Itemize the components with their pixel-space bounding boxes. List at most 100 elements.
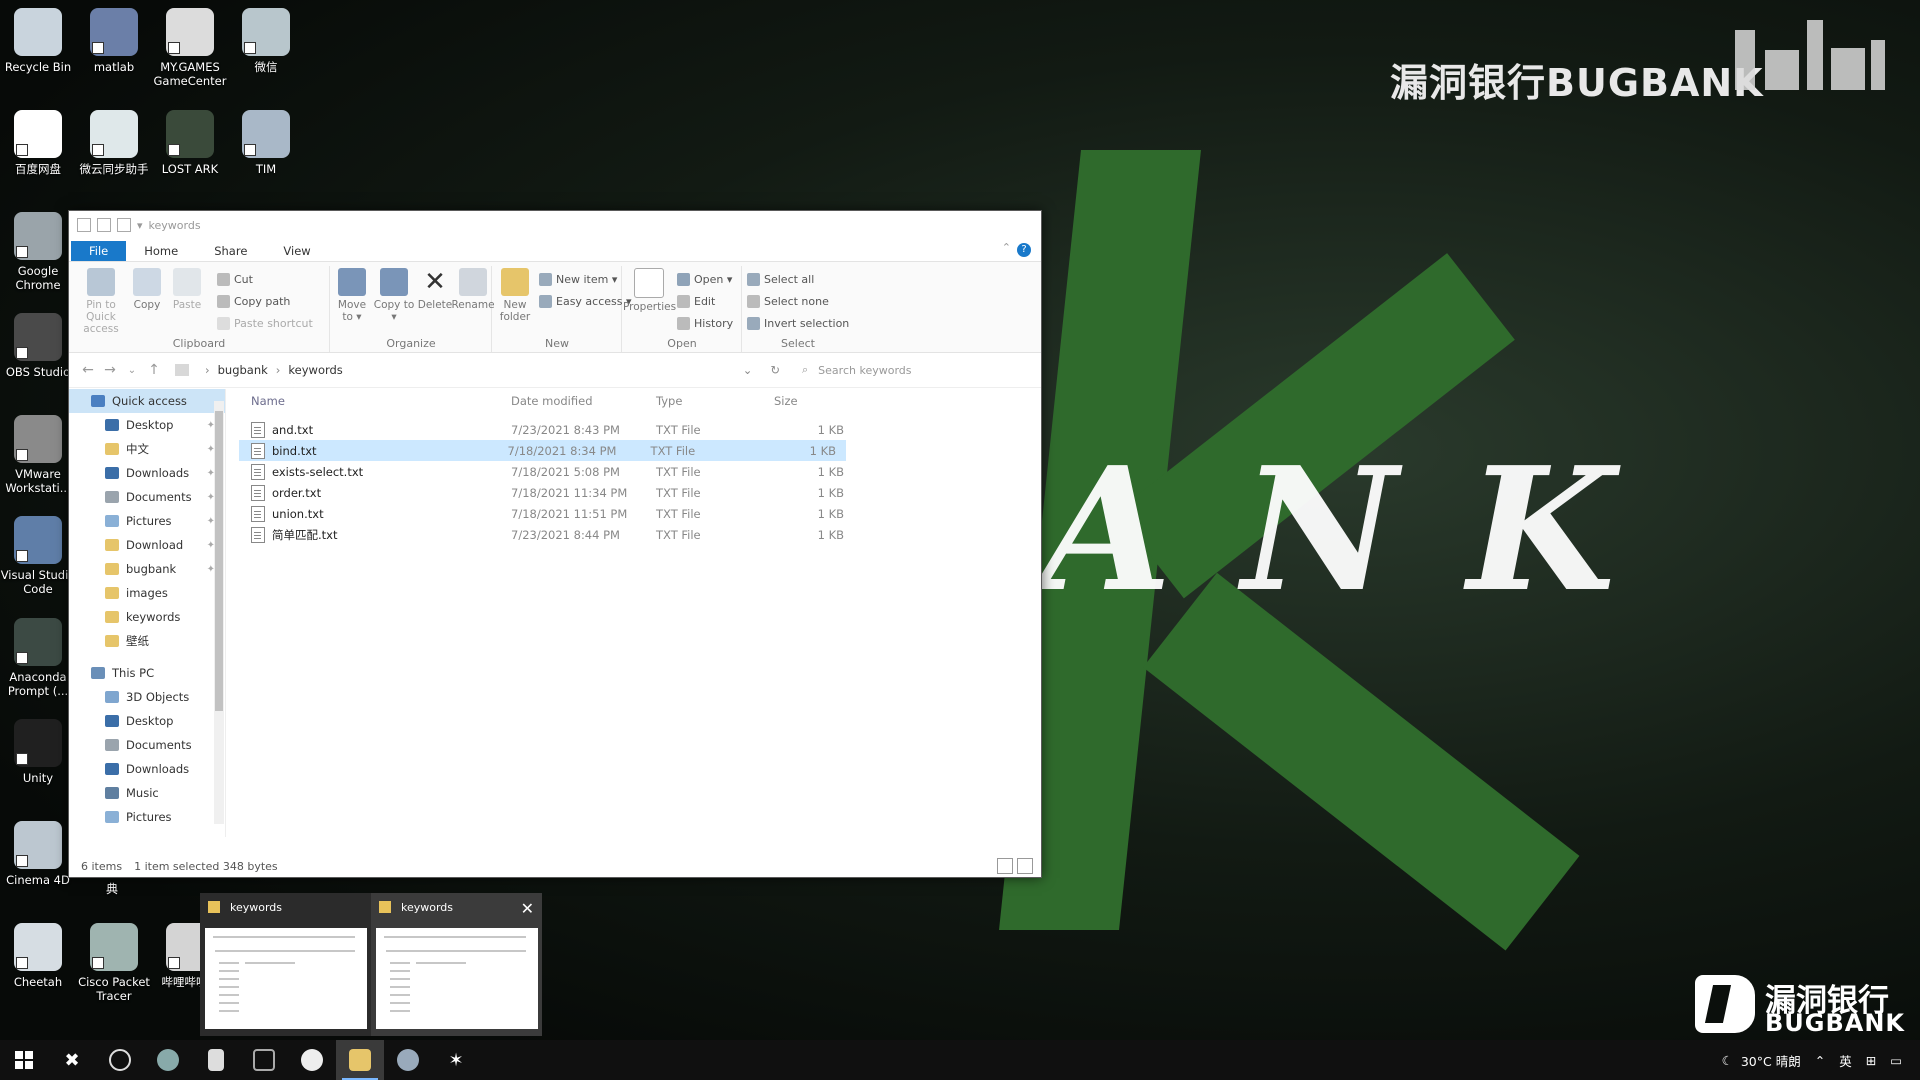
weather-widget[interactable]: ☾ 30°C 晴朗 bbox=[1722, 1051, 1801, 1070]
nav-quick-access[interactable]: Quick access bbox=[69, 389, 225, 413]
cut-button[interactable]: Cut bbox=[217, 270, 253, 288]
new-item-button[interactable]: New item ▾ bbox=[539, 270, 617, 288]
back-arrow-icon[interactable]: ← bbox=[77, 362, 99, 378]
close-icon[interactable]: ✕ bbox=[521, 899, 534, 918]
copy-button[interactable]: Copy bbox=[127, 268, 167, 311]
ime-indicator[interactable]: 英 bbox=[1839, 1051, 1852, 1070]
file-row[interactable]: bind.txt 7/18/2021 8:34 PM TXT File 1 KB bbox=[239, 440, 846, 461]
select-none-button[interactable]: Select none bbox=[747, 292, 829, 310]
large-icons-view-icon[interactable] bbox=[1017, 858, 1033, 874]
new-folder-button[interactable]: New folder bbox=[493, 268, 537, 323]
column-type[interactable]: Type bbox=[656, 394, 774, 408]
taskbar-notepad-button[interactable] bbox=[192, 1040, 240, 1080]
nav-scrollbar[interactable] bbox=[214, 401, 224, 824]
nav-item[interactable]: Documents ✦ bbox=[69, 485, 225, 509]
nav-item[interactable]: 壁纸 bbox=[69, 629, 225, 653]
pin-quick-access-button[interactable]: Pin to Quick access bbox=[73, 268, 129, 335]
qat-dropdown-icon[interactable]: ▾ bbox=[137, 219, 143, 232]
desktop-icon[interactable]: Unity bbox=[0, 719, 76, 785]
move-to-button[interactable]: Move to ▾ bbox=[331, 268, 373, 323]
chevron-right-icon[interactable]: › bbox=[276, 363, 281, 377]
history-button[interactable]: History bbox=[677, 314, 733, 332]
delete-button[interactable]: ✕ Delete bbox=[415, 268, 455, 311]
paste-button[interactable]: Paste bbox=[165, 268, 209, 311]
navigation-pane[interactable]: Quick access Desktop ✦ 中文 ✦ Downloads ✦ Docume… bbox=[69, 389, 226, 837]
refresh-icon[interactable]: ↻ bbox=[770, 363, 780, 377]
nav-item[interactable]: bugbank ✦ bbox=[69, 557, 225, 581]
column-name[interactable]: Name bbox=[239, 394, 511, 408]
forward-arrow-icon[interactable]: → bbox=[99, 362, 121, 378]
desktop-icon[interactable]: 微信 bbox=[228, 8, 304, 74]
nav-item[interactable]: images bbox=[69, 581, 225, 605]
notification-icon[interactable]: ▭ bbox=[1890, 1053, 1902, 1068]
nav-this-pc[interactable]: This PC bbox=[69, 661, 225, 685]
taskbar-browser-button[interactable] bbox=[288, 1040, 336, 1080]
keyboard-icon[interactable]: ⊞ bbox=[1866, 1053, 1876, 1068]
taskbar-media-button[interactable] bbox=[384, 1040, 432, 1080]
rename-button[interactable]: Rename bbox=[451, 268, 495, 311]
desktop-icon[interactable]: LOST ARK bbox=[152, 110, 228, 176]
desktop-icon[interactable]: Google Chrome bbox=[0, 212, 76, 292]
file-explorer-window[interactable]: ▾ keywords ? ⌃ File Home Share View Pin … bbox=[68, 210, 1042, 878]
nav-item[interactable]: Downloads bbox=[69, 757, 225, 781]
desktop-icon[interactable]: MY.GAMES GameCenter bbox=[152, 8, 228, 88]
nav-item[interactable]: Download ✦ bbox=[69, 533, 225, 557]
file-row[interactable]: exists-select.txt 7/18/2021 5:08 PM TXT Fi… bbox=[239, 461, 1029, 482]
breadcrumb-keywords[interactable]: keywords bbox=[288, 363, 342, 377]
address-bar[interactable]: › bugbank › keywords ⌄ ↻ bbox=[175, 358, 780, 382]
ribbon-expand-icon[interactable]: ⌃ bbox=[1002, 241, 1011, 254]
desktop-icon[interactable]: Recycle Bin bbox=[0, 8, 76, 74]
chevron-up-icon[interactable]: ⌃ bbox=[1815, 1053, 1825, 1068]
taskbar-game-button[interactable]: ✶ bbox=[432, 1040, 480, 1080]
file-list[interactable]: Name Date modified Type Size and.txt 7/23… bbox=[239, 389, 1029, 829]
window-thumbnail[interactable]: keywords ✕ bbox=[371, 893, 542, 1036]
taskbar-chrome-button[interactable] bbox=[96, 1040, 144, 1080]
address-dropdown-icon[interactable]: ⌄ bbox=[743, 363, 753, 377]
desktop-icon[interactable]: Visual Studio Code bbox=[0, 516, 76, 596]
nav-item[interactable]: Pictures ✦ bbox=[69, 509, 225, 533]
tab-view[interactable]: View bbox=[265, 241, 328, 261]
search-input[interactable]: ⌕ Search keywords bbox=[794, 358, 979, 382]
open-button[interactable]: Open ▾ bbox=[677, 270, 732, 288]
select-all-button[interactable]: Select all bbox=[747, 270, 814, 288]
desktop-icon[interactable]: Cinema 4D bbox=[0, 821, 76, 887]
nav-item[interactable]: 中文 ✦ bbox=[69, 437, 225, 461]
copy-to-button[interactable]: Copy to ▾ bbox=[373, 268, 415, 323]
tab-file[interactable]: File bbox=[71, 241, 127, 261]
nav-item[interactable]: Music bbox=[69, 781, 225, 805]
nav-item[interactable]: Documents bbox=[69, 733, 225, 757]
desktop-icon[interactable]: 微云同步助手 bbox=[76, 110, 152, 176]
taskbar-vmware-button[interactable] bbox=[240, 1040, 288, 1080]
desktop-icon[interactable]: OBS Studio bbox=[0, 313, 76, 379]
start-button[interactable] bbox=[0, 1040, 48, 1080]
nav-scrollbar-thumb[interactable] bbox=[215, 411, 223, 711]
easy-access-button[interactable]: Easy access ▾ bbox=[539, 292, 632, 310]
column-size[interactable]: Size bbox=[774, 394, 854, 408]
taskbar-tools-button[interactable]: ✖ bbox=[48, 1040, 96, 1080]
nav-item[interactable]: Desktop ✦ bbox=[69, 413, 225, 437]
desktop-icon[interactable]: matlab bbox=[76, 8, 152, 74]
new-folder-quick-icon[interactable] bbox=[117, 218, 131, 232]
copy-path-button[interactable]: Copy path bbox=[217, 292, 290, 310]
details-view-icon[interactable] bbox=[997, 858, 1013, 874]
nav-item[interactable]: Desktop bbox=[69, 709, 225, 733]
file-row[interactable]: 简单匹配.txt 7/23/2021 8:44 PM TXT File 1 KB bbox=[239, 524, 1029, 545]
paste-shortcut-button[interactable]: Paste shortcut bbox=[217, 314, 313, 332]
help-icon[interactable]: ? bbox=[1017, 243, 1031, 257]
edit-button[interactable]: Edit bbox=[677, 292, 715, 310]
title-bar[interactable]: ▾ keywords ? ⌃ bbox=[69, 211, 1041, 257]
tab-home[interactable]: Home bbox=[126, 241, 196, 261]
recent-dropdown-icon[interactable]: ⌄ bbox=[121, 365, 143, 376]
properties-quick-icon[interactable] bbox=[97, 218, 111, 232]
breadcrumb-bugbank[interactable]: bugbank bbox=[218, 363, 268, 377]
nav-item[interactable]: Pictures bbox=[69, 805, 225, 829]
file-row[interactable]: and.txt 7/23/2021 8:43 PM TXT File 1 KB bbox=[239, 419, 1029, 440]
taskbar-app-button[interactable] bbox=[144, 1040, 192, 1080]
nav-item[interactable]: 3D Objects bbox=[69, 685, 225, 709]
desktop-icon[interactable]: VMware Workstati... bbox=[0, 415, 76, 495]
window-thumbnail[interactable]: keywords bbox=[200, 893, 371, 1036]
desktop-icon[interactable]: Cisco Packet Tracer bbox=[76, 923, 152, 1003]
taskbar-explorer-button[interactable] bbox=[336, 1040, 384, 1080]
up-arrow-icon[interactable]: ↑ bbox=[143, 362, 165, 378]
column-date[interactable]: Date modified bbox=[511, 394, 656, 408]
